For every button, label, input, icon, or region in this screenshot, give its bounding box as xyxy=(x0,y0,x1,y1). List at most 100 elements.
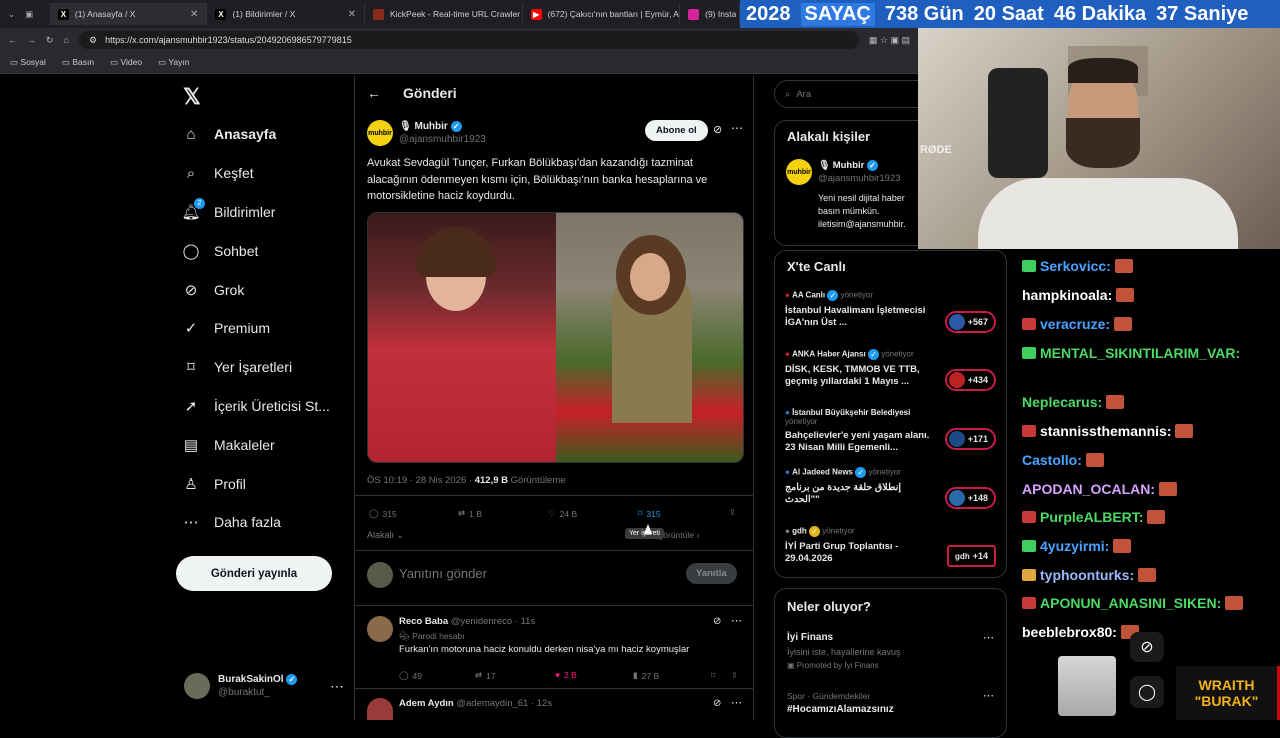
reply-item[interactable]: Adem Aydın @ademaydin_61 · 12s xyxy=(399,698,552,709)
more-icon[interactable]: ⋯ xyxy=(983,631,994,644)
chat-username[interactable]: hampkinoala: xyxy=(1022,287,1112,303)
reply-action[interactable]: ◯ 315 xyxy=(369,508,397,519)
sort-relevant[interactable]: Alakalı ⌄ xyxy=(367,530,404,541)
bookmark-folder[interactable]: ▭ Video xyxy=(110,57,142,68)
emote-icon xyxy=(1175,424,1194,438)
close-tab-icon[interactable]: ✕ xyxy=(348,9,356,20)
chat-username[interactable]: Serkovicc: xyxy=(1040,258,1111,274)
url-field[interactable]: ⚙ https://x.com/ajansmuhbir1923/status/20… xyxy=(78,31,859,49)
more-icon[interactable]: ⋯ xyxy=(983,689,994,702)
avatar[interactable] xyxy=(367,698,393,720)
live-item[interactable]: ● AA Canlı ✓ yönetiyor İstanbul Havalima… xyxy=(785,290,935,329)
bookmark-folder[interactable]: ▭ Basın xyxy=(62,57,94,68)
avatar[interactable] xyxy=(367,616,393,642)
bookmark-icon[interactable]: ⌑ xyxy=(711,670,715,681)
repost-action[interactable]: ⇄ 1 B xyxy=(458,508,482,519)
back-arrow-icon[interactable]: ← xyxy=(367,85,381,101)
nav-profile[interactable]: ♙ Profil xyxy=(182,475,246,493)
chat-username[interactable]: typhoonturks: xyxy=(1040,567,1134,583)
grok-icon[interactable]: ⊘ xyxy=(713,616,721,627)
reply-item[interactable]: Reco Baba @yenidenreco · 11s 🎭︎ Parodi h… xyxy=(399,615,744,657)
share-icon[interactable]: ⇪ xyxy=(729,507,736,518)
listener-count: +148 xyxy=(967,493,988,503)
views-action[interactable]: ▮ 27 B xyxy=(633,670,659,681)
chat-username[interactable]: veracruze: xyxy=(1040,316,1110,332)
browser-tab[interactable]: (9) Insta xyxy=(680,3,740,25)
live-item[interactable]: ● Al Jadeed News ✓ yönetiyor إنطلاق حلقة… xyxy=(785,467,935,506)
chat-username[interactable]: Castollo: xyxy=(1022,452,1082,468)
live-listeners[interactable]: +434 xyxy=(944,369,996,391)
workspaces-icon[interactable]: ▣ xyxy=(25,9,33,20)
author-avatar[interactable]: muhbir xyxy=(367,120,393,146)
card-title: Alakalı kişiler xyxy=(787,129,871,144)
bookmark-action[interactable]: ⌑ 315 xyxy=(638,508,661,519)
nav-articles[interactable]: ▤ Makaleler xyxy=(182,436,275,454)
x-logo-icon[interactable]: 𝕏 xyxy=(183,84,201,110)
person-avatar[interactable]: muhbir xyxy=(786,159,812,185)
person-info[interactable]: 🎙︎ Muhbir ✓ @ajansmuhbir1923 xyxy=(818,159,901,185)
nav-notifications[interactable]: 🔔︎ 2 Bildirimler xyxy=(181,198,275,221)
reply-button[interactable]: Yanıtla xyxy=(686,563,737,584)
chat-username[interactable]: APODAN_OCALAN: xyxy=(1022,481,1155,497)
browser-tab[interactable]: ▶(672) Çakıcı'nın bantları | Eymür, A✕ xyxy=(523,3,681,25)
like-action[interactable]: ♥ 2 B xyxy=(555,670,577,680)
site-info-icon[interactable]: ⚙ xyxy=(89,35,97,46)
live-listeners[interactable]: gdh +14 xyxy=(947,545,996,567)
repost-action[interactable]: ⇄ 17 xyxy=(475,670,496,681)
reply-input[interactable]: Yanıtını gönder xyxy=(399,566,487,581)
chat-username[interactable]: APONUN_ANASINI_SIKEN: xyxy=(1040,595,1221,611)
more-icon[interactable]: ⋯ xyxy=(330,678,344,695)
browser-tab[interactable]: X (1) Anasayfa / X ✕ xyxy=(49,3,208,25)
bookmark-folder[interactable]: ▭ Yayın xyxy=(158,57,189,68)
account-switcher[interactable]: BurakSakinOl ✓ @buraktut_ ⋯ xyxy=(184,673,344,699)
grok-icon[interactable]: ⊘ xyxy=(713,123,722,136)
browser-tab[interactable]: X (1) Bildirimler / X ✕ xyxy=(207,3,365,25)
live-listeners[interactable]: +148 xyxy=(944,487,996,509)
live-listeners[interactable]: +171 xyxy=(944,428,996,450)
reply-action[interactable]: ◯ 49 xyxy=(399,670,422,681)
nav-home[interactable]: ⌂ Anasayfa xyxy=(182,125,276,143)
more-icon[interactable]: ⋯ xyxy=(731,121,743,135)
chat-username[interactable]: beeblebrox80: xyxy=(1022,624,1117,640)
search-input[interactable]: ⌕ Ara xyxy=(774,80,934,108)
home-icon[interactable]: ⌂ xyxy=(64,35,69,45)
like-action[interactable]: ♡ 24 B xyxy=(548,508,577,519)
forward-icon[interactable]: → xyxy=(27,35,36,45)
grok-icon[interactable]: ⊘ xyxy=(1130,632,1164,662)
chat-username[interactable]: 4yuzyirmi: xyxy=(1040,538,1109,554)
chat-username[interactable]: Neplecarus: xyxy=(1022,394,1102,410)
more-icon[interactable]: ⋯ xyxy=(731,614,742,627)
post-image[interactable] xyxy=(367,212,744,463)
chat-username[interactable]: PurpleALBERT: xyxy=(1040,509,1143,525)
nav-premium[interactable]: ✓ Premium xyxy=(182,319,270,337)
share-icon[interactable]: ⇪ xyxy=(731,670,738,681)
live-item[interactable]: ● gdh ✓ yönetiyor İYİ Parti Grup Toplant… xyxy=(785,526,935,565)
nav-grok[interactable]: ⊘ Grok xyxy=(182,281,245,299)
tab-menu-icon[interactable]: ⌄ xyxy=(8,9,15,20)
live-listeners[interactable]: +567 xyxy=(944,311,996,333)
author-block[interactable]: 🎙︎ Muhbir ✓ @ajansmuhbir1923 xyxy=(399,120,486,146)
extensions-icon[interactable]: ▦ ☆ ▣ ▤ xyxy=(869,35,910,46)
subscribe-button[interactable]: Abone ol xyxy=(645,120,708,141)
nav-chat[interactable]: ◯ Sohbet xyxy=(182,242,259,260)
bookmark-folder[interactable]: ▭ Sosyal xyxy=(10,57,46,68)
chat-username[interactable]: stannissthemannis: xyxy=(1040,423,1171,439)
grok-icon[interactable]: ⊘ xyxy=(713,698,721,709)
chat-username[interactable]: MENTAL_SIKINTILARIM_VAR: xyxy=(1040,345,1240,361)
more-icon[interactable]: ⋯ xyxy=(731,696,742,709)
live-item[interactable]: ● İstanbul Büyükşehir Belediyesi yönetiy… xyxy=(785,408,935,454)
close-tab-icon[interactable]: ✕ xyxy=(190,9,198,20)
nav-creator-studio[interactable]: ➚ İçerik Üreticisi St... xyxy=(182,397,330,415)
messages-icon[interactable]: ◯ xyxy=(1130,676,1164,708)
back-icon[interactable]: ← xyxy=(8,35,17,45)
chat-message: stannissthemannis: xyxy=(1022,423,1194,439)
browser-tab[interactable]: KickPeek - Real-time URL Crawler✕ xyxy=(365,3,523,25)
post-button[interactable]: Gönderi yayınla xyxy=(176,556,332,591)
nav-bookmarks[interactable]: ⌑ Yer İşaretleri xyxy=(182,358,292,376)
live-item[interactable]: ● ANKA Haber Ajansı ✓ yönetiyor DİSK, KE… xyxy=(785,349,935,388)
nav-explore[interactable]: ⌕ Keşfet xyxy=(182,164,254,182)
nav-more[interactable]: ⋯ Daha fazla xyxy=(182,513,281,531)
reload-icon[interactable]: ↻ xyxy=(46,35,54,46)
trend-item[interactable]: Spor · Gündemdekiler #HocamızıAlamazsını… xyxy=(787,689,894,717)
promoted-item[interactable]: İyi Finans İyisini iste, hayallerine kav… xyxy=(787,631,901,673)
